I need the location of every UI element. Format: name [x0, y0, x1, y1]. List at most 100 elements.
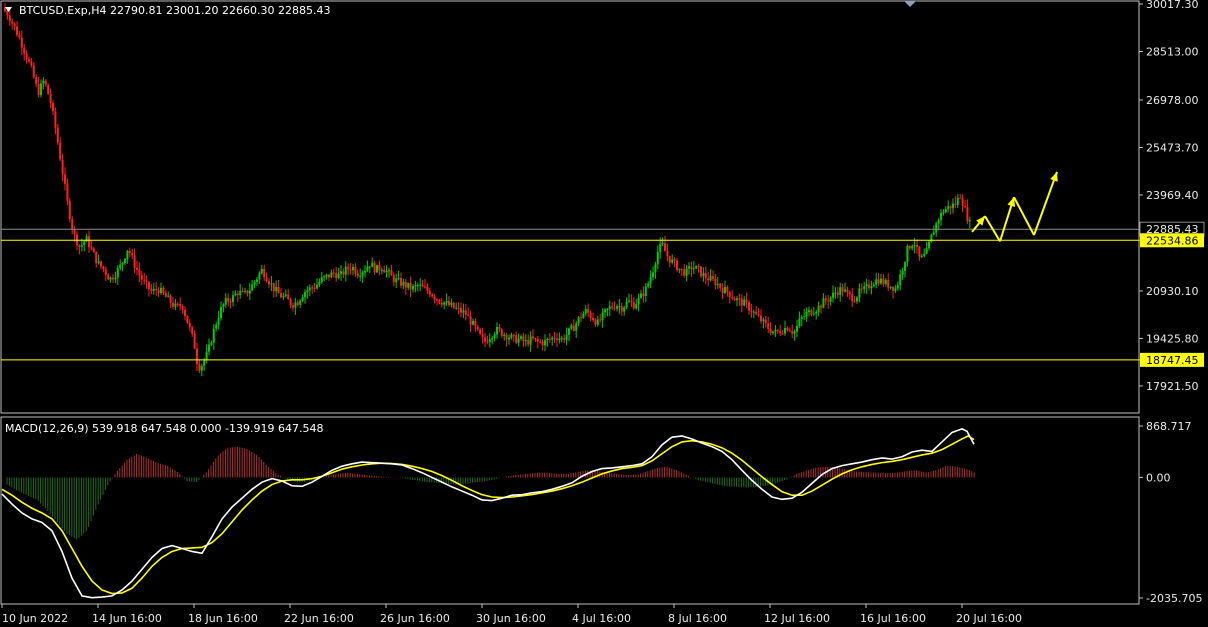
level-price-label: 18747.45	[1146, 354, 1199, 367]
candle-body	[500, 329, 503, 336]
candle-body	[779, 331, 782, 334]
candle-body	[152, 288, 155, 291]
time-tick-label: 26 Jun 16:00	[380, 612, 450, 625]
candle-body	[241, 290, 244, 292]
candle-body	[104, 269, 107, 275]
candle-body	[116, 268, 119, 278]
candle-body	[364, 270, 366, 273]
candle-body	[832, 292, 834, 298]
candle-body	[323, 276, 326, 278]
candle-body	[169, 295, 172, 303]
candle-body	[956, 197, 959, 205]
macd-tick-label: 868.717	[1146, 420, 1192, 433]
candle-body	[426, 286, 429, 291]
candle-body	[553, 337, 556, 339]
candle-body	[150, 289, 153, 291]
candle-body	[565, 334, 568, 340]
candle-body	[301, 297, 304, 301]
chart-canvas: 30017.30 28513.00 26978.00 25473.70 23969.40…	[0, 0, 1208, 627]
candle-body	[688, 266, 690, 269]
candle-body	[157, 290, 160, 294]
candle-body	[517, 338, 520, 343]
candle-body	[738, 298, 741, 300]
macd-tick-label: -2035.705	[1146, 592, 1202, 605]
candle-body	[668, 256, 671, 263]
candle-body	[880, 278, 882, 284]
candle-body	[402, 281, 405, 286]
candle-body	[868, 284, 870, 289]
candle-body	[508, 337, 510, 340]
candle-body	[474, 321, 477, 327]
candle-body	[97, 261, 100, 264]
price-tick-label: 30017.30	[1146, 0, 1199, 11]
candle-body	[647, 283, 650, 287]
candle-body	[743, 299, 746, 306]
candle-body	[884, 279, 887, 285]
candle-body	[421, 284, 424, 287]
candle-body	[745, 299, 748, 303]
candle-body	[256, 279, 258, 282]
candle-body	[172, 302, 174, 307]
candle-body	[145, 280, 148, 283]
candle-body	[947, 206, 950, 209]
candle-body	[409, 283, 412, 290]
candle-body	[817, 305, 820, 312]
candle-body	[90, 247, 93, 249]
candle-body	[625, 301, 628, 308]
candle-body	[536, 338, 539, 342]
candle-body	[388, 270, 390, 272]
price-tick-label: 28513.00	[1146, 45, 1199, 58]
candle-body	[750, 310, 753, 313]
price-tick-label: 17921.50	[1146, 380, 1199, 393]
candle-body	[263, 268, 266, 278]
candle-body	[469, 315, 472, 325]
candle-body	[433, 296, 436, 300]
macd-tick-label: 0.00	[1146, 471, 1171, 484]
candle-body	[49, 93, 52, 104]
candle-body	[16, 26, 18, 36]
candle-body	[176, 303, 179, 305]
candle-body	[462, 310, 465, 313]
candle-body	[344, 266, 347, 275]
candle-body	[8, 15, 11, 22]
candle-body	[37, 84, 40, 96]
candle-body	[841, 287, 844, 292]
candle-body	[25, 53, 28, 60]
candle-body	[644, 286, 647, 297]
candle-body	[704, 273, 707, 279]
candle-body	[491, 337, 494, 340]
candle-body	[44, 80, 47, 85]
candle-body	[234, 293, 237, 296]
candle-body	[486, 341, 489, 343]
candle-body	[846, 289, 849, 292]
candle-body	[448, 300, 450, 306]
candle-body	[275, 286, 278, 292]
candle-body	[121, 263, 124, 265]
symbol-header: BTCUSD.Exp,H4 22790.81 23001.20 22660.30…	[19, 4, 330, 17]
candle-body	[340, 271, 342, 274]
price-tick-label: 20930.10	[1146, 285, 1199, 298]
candle-body	[575, 323, 578, 331]
time-tick-label: 30 Jun 16:00	[476, 612, 546, 625]
candle-body	[637, 297, 640, 305]
candle-body	[532, 336, 534, 339]
candle-body	[59, 142, 62, 160]
candle-body	[428, 290, 431, 295]
candle-body	[299, 300, 302, 305]
candle-body	[887, 279, 890, 288]
candle-body	[397, 277, 400, 279]
candle-body	[412, 286, 414, 290]
candle-body	[196, 348, 198, 365]
candle-body	[272, 283, 275, 292]
candle-body	[594, 320, 597, 325]
candle-body	[404, 281, 407, 288]
candle-body	[61, 159, 64, 175]
candle-body	[589, 312, 592, 318]
candle-body	[697, 265, 700, 267]
candle-body	[354, 266, 357, 274]
candle-body	[544, 340, 546, 346]
candle-body	[4, 7, 6, 11]
candle-body	[80, 245, 83, 247]
candle-body	[608, 306, 611, 309]
candle-body	[179, 304, 182, 307]
